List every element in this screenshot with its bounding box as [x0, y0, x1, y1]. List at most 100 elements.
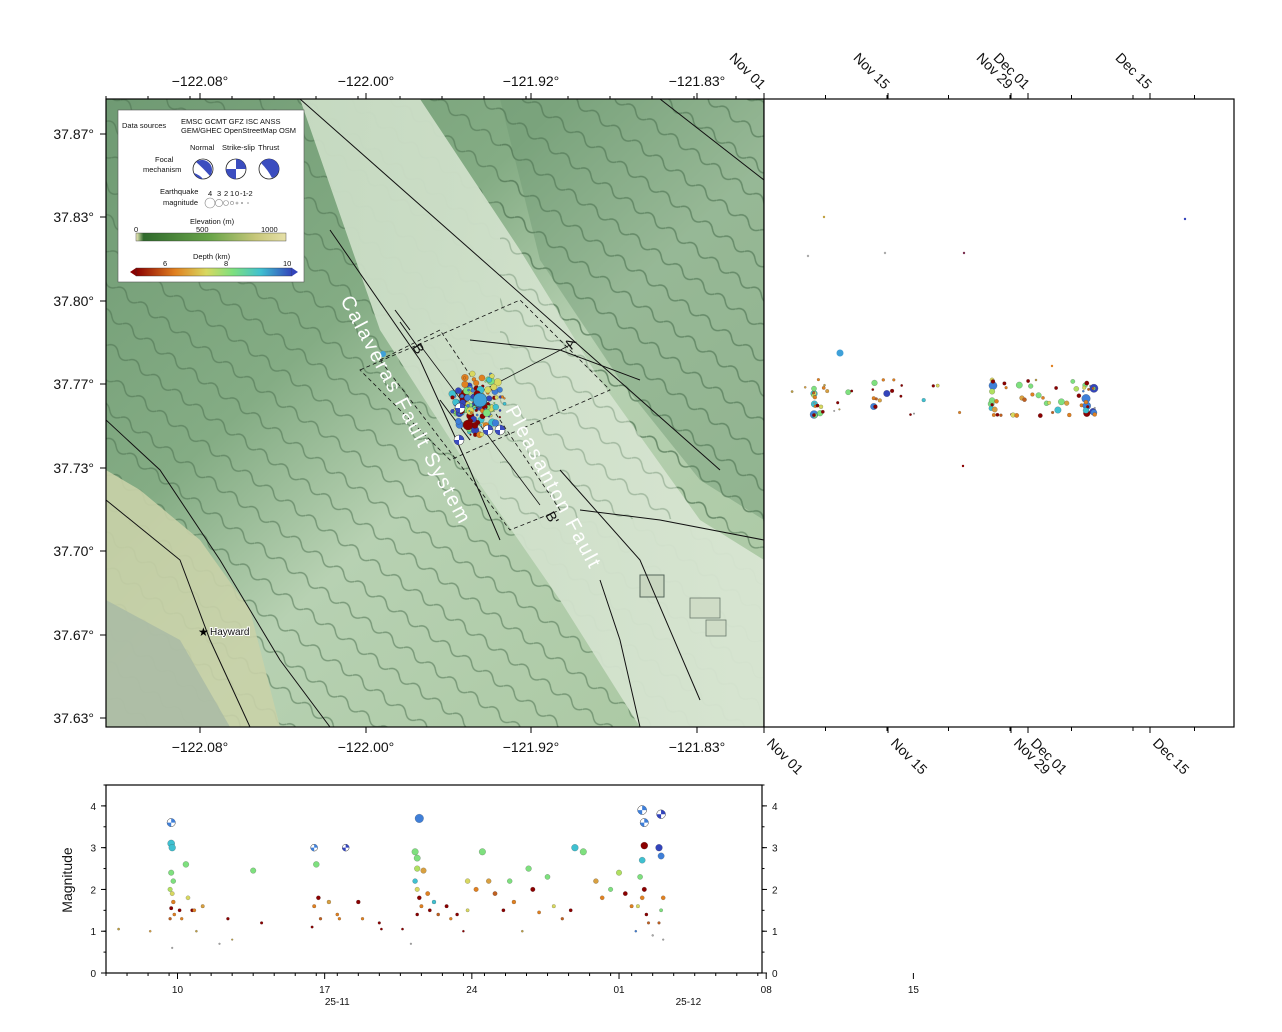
map-quake-dot: [450, 395, 455, 400]
time-quake-dot: [900, 384, 904, 387]
mag-y-tick-label-left: 4: [90, 802, 96, 813]
time-quake-dot: [821, 386, 826, 390]
mag-point: [455, 912, 459, 917]
mag-point: [449, 917, 453, 921]
mag-point: [622, 891, 628, 896]
legend-elev-tick-0: 0: [134, 225, 138, 234]
map-quake-dot: [473, 380, 480, 386]
time-quake-dot: [812, 391, 816, 395]
time-quake-dot: [833, 410, 836, 412]
mag-point: [171, 946, 174, 949]
map-quake-dot: [478, 374, 486, 382]
mag-point: [170, 878, 176, 884]
time-quake-dot: [1093, 407, 1096, 410]
legend-elev-tick-2: 1000: [261, 225, 278, 234]
mag-point: [641, 887, 647, 892]
mag-y-tick-label-right: 4: [772, 802, 778, 813]
time-quake-outlier: [1050, 364, 1054, 368]
mag-point: [172, 912, 176, 917]
map-quake-dot: [468, 410, 471, 412]
time-quake-dot: [1041, 396, 1045, 400]
strike-slip-beachball-icon: [225, 158, 247, 180]
time-quake-dot: [1054, 406, 1062, 414]
mag-point: [117, 927, 120, 931]
mag-point: [413, 854, 421, 862]
mag-point: [629, 904, 634, 909]
map-quake-dot: [498, 415, 501, 419]
mag-beachball-icon: [166, 818, 176, 827]
map-quake-dot: [492, 403, 499, 411]
mag-point: [380, 927, 383, 931]
elevation-colorbar: [135, 232, 287, 242]
mag-legend-circle: [223, 200, 229, 206]
mag-point: [167, 887, 173, 892]
mag-point: [501, 908, 506, 913]
mag-point: [465, 908, 470, 913]
map-quake-dot: [469, 370, 476, 377]
time-quake-dot: [881, 378, 885, 382]
time-quake-outlier: [822, 215, 826, 219]
time-quake-dot: [1091, 387, 1095, 390]
mag-point: [356, 899, 361, 905]
map-quake-dot: [484, 380, 487, 383]
time-quake-dot: [999, 413, 1003, 417]
mag-point: [492, 891, 498, 896]
time-quake-dot: [1076, 393, 1082, 398]
mag-point: [427, 908, 432, 913]
mag-legend-value: 4: [208, 189, 212, 198]
mag-point: [507, 878, 513, 884]
time-quake-dot: [1015, 381, 1023, 389]
map-quake-dot: [479, 423, 482, 427]
mag-y-tick-label-right: 3: [772, 844, 778, 855]
map-quake-dot: [493, 402, 496, 404]
mag-y-tick-label-left: 3: [90, 844, 96, 855]
time-quake-dot: [991, 406, 998, 413]
time-quake-dot: [877, 398, 882, 403]
time-quake-dot: [1004, 386, 1008, 390]
mag-point: [312, 904, 317, 909]
time-quake-dot: [1082, 390, 1085, 393]
time-quake-dot: [994, 399, 999, 404]
mag-legend-circle: [204, 197, 216, 209]
mag-x-month-label: 25-11: [325, 997, 350, 1008]
mag-point: [415, 912, 419, 917]
mag-point: [634, 930, 638, 933]
mag-y-tick-label-right: 1: [772, 927, 778, 938]
mag-point: [180, 917, 184, 921]
time-quake-dot: [871, 379, 878, 386]
mag-point: [169, 906, 174, 911]
time-quake-dot: [935, 383, 940, 388]
thrust-beachball-icon: [258, 158, 280, 180]
mag-point: [608, 887, 613, 892]
mag-point: [417, 895, 422, 901]
map-quake-dot: [484, 386, 492, 394]
map-quake-dot: [466, 404, 470, 408]
time-quake-dot: [820, 409, 825, 414]
map-panel: A B B' Calaveras Fault System Pleasanton…: [53, 73, 765, 755]
map-quake-dot: [455, 417, 462, 425]
mag-point: [185, 895, 191, 901]
mag-point: [444, 904, 449, 909]
map-quake-dot: [461, 380, 469, 388]
time-panel-frame: [763, 98, 1235, 728]
mag-point: [636, 904, 640, 909]
date-tick-bottom-label: Dec 15: [1150, 735, 1193, 778]
mag-point: [465, 878, 471, 884]
legend-elev-tick-1: 500: [196, 225, 209, 234]
mag-point: [659, 908, 663, 913]
time-quake-dot: [991, 413, 996, 417]
mag-legend-circle: [247, 202, 249, 204]
time-quake-outlier: [961, 464, 965, 468]
mag-point: [360, 917, 365, 921]
legend-data-sources-line2: GEM/GHEC OpenStreetMap OSM: [181, 126, 296, 135]
city-star-icon: ★: [198, 625, 209, 639]
lat-tick-label: 37.73°: [53, 460, 94, 476]
time-quake-dot: [913, 412, 915, 415]
map-quake-dot: [463, 376, 466, 380]
mag-x-tick-label: 15: [908, 985, 920, 996]
legend: Data sources EMSC GCMT GFZ ISC ANSS GEM/…: [117, 109, 305, 283]
map-quake-dot: [469, 433, 472, 436]
mag-point: [226, 917, 230, 921]
mag-point: [316, 895, 321, 901]
depth-colorbar: [135, 267, 293, 277]
